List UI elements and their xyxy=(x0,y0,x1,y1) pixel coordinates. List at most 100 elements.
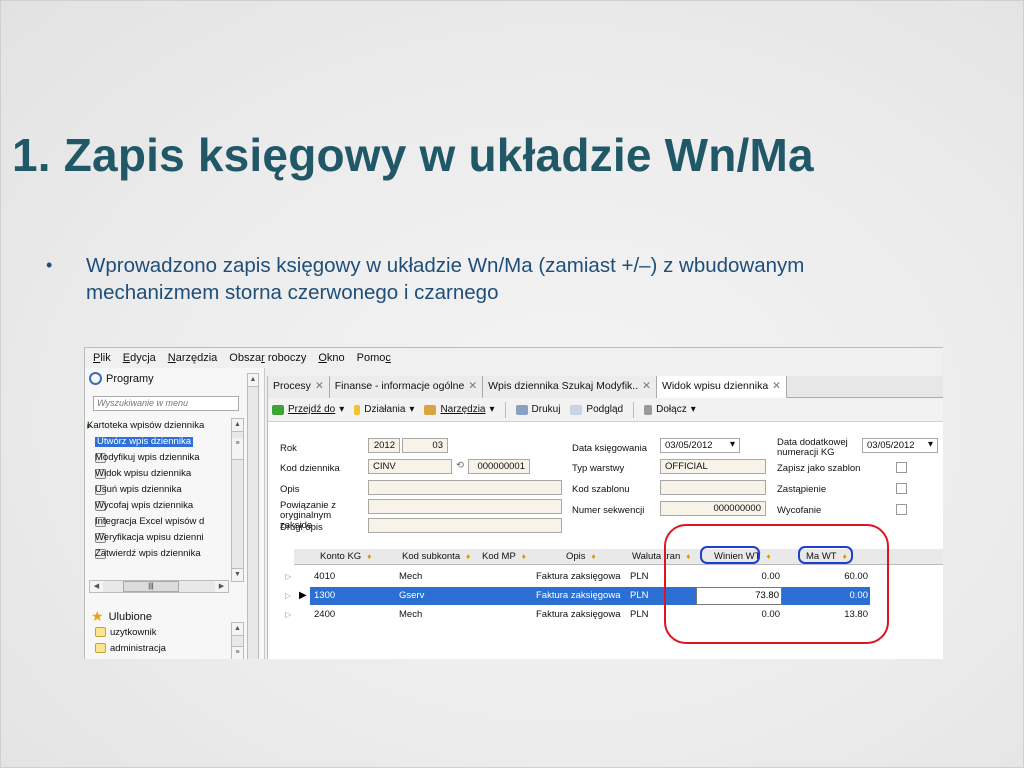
close-icon[interactable]: ✕ xyxy=(468,380,477,394)
cell-waluta[interactable]: PLN xyxy=(630,571,648,582)
menu-narzedzia[interactable]: Narzędzia xyxy=(168,352,218,364)
tools-button[interactable]: Narzędzia ▾ xyxy=(424,404,495,415)
splitter-bar[interactable]: ▲ xyxy=(247,373,259,659)
panel-splitter[interactable]: ▲ xyxy=(247,368,261,659)
menu-tree-item[interactable]: Wycofaj wpis dziennika xyxy=(87,498,242,514)
menu-tree-item-label: Zatwierdź wpis dziennika xyxy=(95,548,201,559)
programs-label: Programy xyxy=(106,372,154,385)
opis-field[interactable] xyxy=(368,480,562,495)
highlight-blue-ma xyxy=(798,546,853,564)
menu-tree-item[interactable]: Integracja Excel wpisów d xyxy=(87,514,242,530)
cell-konto-kg[interactable]: 2400 xyxy=(314,609,335,620)
cell-kod-subkonta[interactable]: Mech xyxy=(399,609,422,620)
kod-szablonu-field[interactable] xyxy=(660,480,766,495)
scroll-down-icon[interactable]: ▼ xyxy=(232,568,243,581)
tree-scrollbar[interactable]: ▲ ≡ ▼ xyxy=(231,418,244,582)
tools-icon xyxy=(424,404,437,415)
menu-obszar-roboczy[interactable]: Obszar roboczy xyxy=(229,352,306,364)
close-icon[interactable]: ✕ xyxy=(772,380,781,394)
menu-okno[interactable]: Okno xyxy=(318,352,344,364)
menu-plik[interactable]: Plik xyxy=(93,352,111,364)
data-dodatkowej-field[interactable]: 03/05/2012 xyxy=(862,438,938,453)
row-expand-icon[interactable]: ▷ xyxy=(285,610,291,619)
favorites-scrollbar[interactable]: ▲ ≡ xyxy=(231,622,244,659)
actions-button[interactable]: Działania ▾ xyxy=(354,404,414,415)
column-konto-kg[interactable]: Konto KG ♦ xyxy=(320,551,371,562)
attach-button[interactable]: Dołącz ▾ xyxy=(644,404,696,415)
cell-konto-kg[interactable]: 1300 xyxy=(314,590,335,601)
print-button[interactable]: Drukuj xyxy=(515,404,560,415)
menu-tree-item[interactable]: Modyfikuj wpis dziennika xyxy=(87,450,242,466)
zapisz-szablon-checkbox[interactable] xyxy=(896,462,907,473)
tab[interactable]: Procesy ✕ xyxy=(268,376,330,398)
collapse-icon[interactable]: ▲ xyxy=(248,374,258,387)
scroll-thumb[interactable]: ≡ xyxy=(232,646,243,659)
cell-konto-kg[interactable]: 4010 xyxy=(314,571,335,582)
menu-bar: Plik Edycja Narzędzia Obszar roboczy Okn… xyxy=(85,348,943,368)
favorites-header[interactable]: ★ Ulubione xyxy=(91,608,152,625)
tab[interactable]: Finanse - informacje ogólne ✕ xyxy=(329,376,484,398)
cell-kod-subkonta[interactable]: Mech xyxy=(399,571,422,582)
programs-header[interactable]: Programy xyxy=(89,372,154,385)
cell-opis[interactable]: Faktura zaksięgowa xyxy=(536,590,620,601)
menu-pomoc[interactable]: Pomoc xyxy=(357,352,391,364)
kod-dziennika-field[interactable]: CINV xyxy=(368,459,452,474)
row-expand-icon[interactable]: ▷ xyxy=(285,572,291,581)
menu-edycja[interactable]: Edycja xyxy=(123,352,156,364)
cell-waluta[interactable]: PLN xyxy=(630,609,648,620)
menu-search-input[interactable]: Wyszukiwanie w menu xyxy=(93,396,239,411)
column-kod-subkonta[interactable]: Kod subkonta ♦ xyxy=(402,551,470,562)
wycofanie-checkbox[interactable] xyxy=(896,504,907,515)
kod-dziennika-number-field[interactable]: 000000001 xyxy=(468,459,530,474)
refresh-icon[interactable]: ⟲ xyxy=(456,461,464,471)
menu-tree-item-label: Modyfikuj wpis dziennika xyxy=(95,452,200,463)
rok-year-field[interactable]: 2012 xyxy=(368,438,400,453)
menu-tree-item[interactable]: ▸ Kartoteka wpisów dziennika xyxy=(87,418,242,434)
menu-tree-item[interactable]: Zatwierdź wpis dziennika xyxy=(87,546,242,562)
cell-kod-subkonta[interactable]: Gserv xyxy=(399,590,424,601)
close-icon[interactable]: ✕ xyxy=(642,380,651,394)
rok-period-field[interactable]: 03 xyxy=(402,438,448,453)
menu-tree-item-label: Wycofaj wpis dziennika xyxy=(95,500,194,511)
tree-hscrollbar[interactable]: ◀ ||| ▶ xyxy=(89,580,229,593)
scroll-up-icon[interactable]: ▲ xyxy=(232,623,243,636)
data-ksiegowania-field[interactable]: 03/05/2012 xyxy=(660,438,740,453)
menu-tree-item-label: Integracja Excel wpisów d xyxy=(95,516,205,527)
preview-button[interactable]: Podgląd xyxy=(570,404,623,415)
scroll-up-icon[interactable]: ▲ xyxy=(232,419,243,432)
goto-button[interactable]: Przejdź do ▾ xyxy=(272,404,344,415)
tab[interactable]: Wpis dziennika Szukaj Modyfik.. ✕ xyxy=(483,376,657,398)
hscroll-thumb[interactable]: ||| xyxy=(123,581,179,592)
column-kod-mp[interactable]: Kod MP ♦ xyxy=(482,551,526,562)
favorites-item[interactable]: Zlecenia Robocze xyxy=(95,656,240,660)
cell-waluta[interactable]: PLN xyxy=(630,590,648,601)
navigation-panel: Programy Wyszukiwanie w menu ▸ Kartoteka … xyxy=(85,368,265,659)
numer-sekwencji-field[interactable]: 000000000 xyxy=(660,501,766,516)
favorites-item[interactable]: uzytkownik xyxy=(95,624,240,640)
powiazanie-field[interactable] xyxy=(368,499,562,514)
scroll-right-icon[interactable]: ▶ xyxy=(215,581,228,592)
menu-tree-item[interactable]: Utwórz wpis dziennika xyxy=(87,434,242,450)
menu-tree-item[interactable]: Usuń wpis dziennika xyxy=(87,482,242,498)
zastapienie-checkbox[interactable] xyxy=(896,483,907,494)
tab[interactable]: Widok wpisu dziennika ✕ xyxy=(656,376,787,398)
kod-dziennika-label: Kod dziennika xyxy=(280,463,340,474)
close-icon[interactable]: ✕ xyxy=(315,380,324,394)
scroll-thumb[interactable]: ≡ xyxy=(232,438,243,460)
drugi-opis-label: Drugi opis xyxy=(280,522,323,533)
typ-warstwy-field[interactable]: OFFICIAL xyxy=(660,459,766,474)
scroll-left-icon[interactable]: ◀ xyxy=(90,581,103,592)
menu-tree-item[interactable]: Weryfikacja wpisu dzienni xyxy=(87,530,242,546)
highlight-blue-winien xyxy=(700,546,760,564)
cell-opis[interactable]: Faktura zaksięgowa xyxy=(536,571,620,582)
drugi-opis-field[interactable] xyxy=(368,518,562,533)
favorites-list: uzytkownikadministracjaZlecenia RoboczeW… xyxy=(95,624,240,659)
menu-tree-item[interactable]: Widok wpisu dziennika xyxy=(87,466,242,482)
slide-title: 1. Zapis księgowy w układzie Wn/Ma xyxy=(12,129,814,181)
favorites-item[interactable]: administracja xyxy=(95,640,240,656)
cell-opis[interactable]: Faktura zaksięgowa xyxy=(536,609,620,620)
data-ksiegowania-label: Data księgowania xyxy=(572,443,647,454)
row-expand-icon[interactable]: ▷ xyxy=(285,591,291,600)
column-opis[interactable]: Opis ♦ xyxy=(566,551,596,562)
toolbar-separator xyxy=(633,401,635,418)
